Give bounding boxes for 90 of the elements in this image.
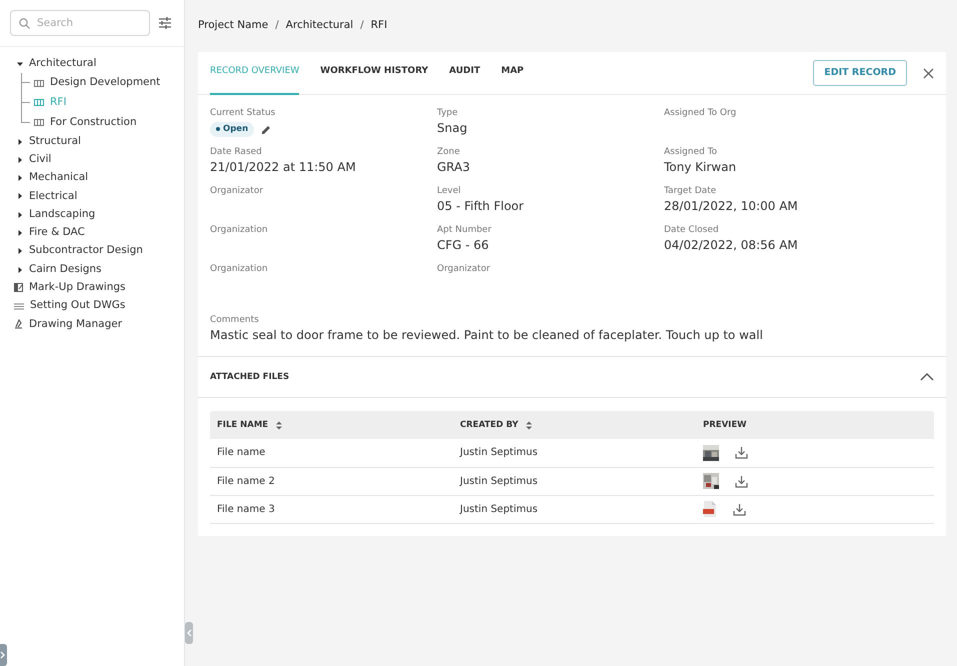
breadcrumb-separator: / — [360, 18, 364, 34]
caret-down-icon — [17, 61, 23, 68]
table-icon — [34, 80, 44, 87]
tree-item[interactable]: Fire & DAC — [0, 224, 184, 242]
breadcrumb-link[interactable]: RFI — [370, 18, 388, 34]
field-label: Target Date — [664, 185, 718, 197]
download-icon[interactable] — [735, 474, 748, 488]
close-button[interactable] — [923, 68, 934, 78]
tree-item[interactable]: Design Development — [0, 73, 184, 93]
field-value: 05 - Fifth Floor — [437, 198, 525, 215]
field-value: 28/01/2022, 10:00 AM — [664, 198, 799, 215]
caret-right-icon — [17, 138, 23, 144]
tree-item[interactable]: For Construction — [0, 112, 184, 132]
comment-text: Mastic seal to door frame to be reviewed. Paint to be cleaned of faceplater. Touch up to wall — [210, 327, 764, 344]
table-cell: Justin Septimus — [453, 439, 696, 467]
caret-right-icon — [17, 266, 23, 273]
caret-right-icon — [17, 230, 23, 236]
tree-item[interactable]: Mechanical — [0, 168, 184, 188]
status-badge: Open — [210, 122, 254, 137]
field-value: 21/01/2022 at 11:50 AM — [210, 159, 357, 176]
field-label: Apt Number — [437, 224, 492, 236]
field-label: Level — [437, 185, 462, 197]
drawing-icon — [14, 283, 23, 292]
field-label: Assigned To — [664, 146, 718, 158]
download-icon[interactable] — [735, 446, 748, 460]
field-label: Organizator — [437, 263, 492, 275]
chevron-right-icon — [0, 651, 4, 659]
field-label: Comments — [210, 314, 260, 326]
tree-item[interactable]: Electrical — [0, 187, 184, 206]
tree-item[interactable]: Structural — [0, 132, 184, 151]
tab[interactable]: WORKFLOW HISTORY — [320, 52, 428, 94]
tab[interactable]: AUDIT — [449, 52, 480, 94]
field-label: Organization — [210, 224, 269, 236]
list-icon — [14, 302, 24, 310]
table-cell: File name 2 — [210, 467, 453, 495]
caret-right-icon — [17, 193, 23, 200]
field-label: Date Closed — [664, 224, 720, 236]
tree-item[interactable]: Drawing Manager — [0, 315, 184, 334]
tree-item[interactable]: Subcontractor Design — [0, 242, 184, 260]
field-label: Zone — [437, 146, 461, 158]
chevron-up-icon[interactable] — [920, 373, 934, 381]
collapse-handle[interactable] — [185, 622, 193, 644]
tree-item[interactable]: Cairn Designs — [0, 260, 184, 279]
filter-icon[interactable] — [158, 17, 172, 29]
tab[interactable]: MAP — [501, 52, 524, 94]
expand-handle[interactable] — [0, 644, 7, 666]
pencil-icon[interactable] — [262, 124, 272, 134]
table-cell: Justin Septimus — [453, 467, 696, 495]
field-value: 04/02/2022, 08:56 AM — [664, 237, 799, 254]
breadcrumb-link[interactable]: Architectural — [286, 18, 354, 34]
download-icon[interactable] — [733, 502, 746, 516]
field-label: Organizator — [210, 185, 264, 197]
sort-icon[interactable] — [276, 420, 282, 430]
close-icon — [923, 68, 934, 78]
drawing-tool-icon — [14, 319, 23, 330]
edit-record-button[interactable]: EDIT RECORD — [813, 60, 907, 86]
caret-right-icon — [17, 212, 23, 218]
table-icon — [34, 99, 44, 106]
section-title: ATTACHED FILES — [210, 370, 290, 384]
caret-right-icon — [17, 156, 23, 163]
search-field[interactable]: Search — [10, 10, 150, 36]
field-label: Current Status — [210, 107, 276, 119]
caret-right-icon — [17, 248, 23, 254]
tree-item[interactable]: Architectural — [0, 55, 184, 74]
chevron-left-icon — [186, 629, 192, 637]
column-header[interactable]: PREVIEW — [696, 411, 934, 439]
tree-item[interactable]: Setting Out DWGs — [0, 297, 184, 316]
field-value: CFG - 66 — [437, 237, 490, 254]
table-cell: Justin Septimus — [453, 495, 696, 523]
breadcrumb-link[interactable]: Project Name — [198, 18, 268, 34]
field-label: Type — [437, 107, 459, 119]
column-header[interactable]: FILE NAME — [210, 411, 453, 439]
pdf-file-icon[interactable] — [703, 501, 717, 517]
tree-item[interactable]: Landscaping — [0, 206, 184, 224]
column-header[interactable]: CREATED BY — [453, 411, 696, 439]
tree-item[interactable]: Civil — [0, 150, 184, 169]
field-label: Organization — [210, 263, 269, 275]
table-cell: File name 3 — [210, 495, 453, 523]
field-value: Snag — [437, 120, 468, 137]
field-label: Assigned To Org — [664, 107, 738, 119]
field-value: Tony Kirwan — [664, 159, 738, 176]
table-cell: File name — [210, 439, 453, 467]
search-icon — [19, 18, 30, 29]
field-value: GRA3 — [437, 159, 471, 176]
tree-item[interactable]: Mark-Up Drawings — [0, 278, 184, 298]
sort-icon[interactable] — [526, 420, 532, 430]
field-label: Date Rased — [210, 146, 263, 158]
table-icon — [34, 119, 44, 126]
breadcrumb-separator: / — [275, 18, 279, 34]
caret-right-icon — [17, 175, 23, 182]
